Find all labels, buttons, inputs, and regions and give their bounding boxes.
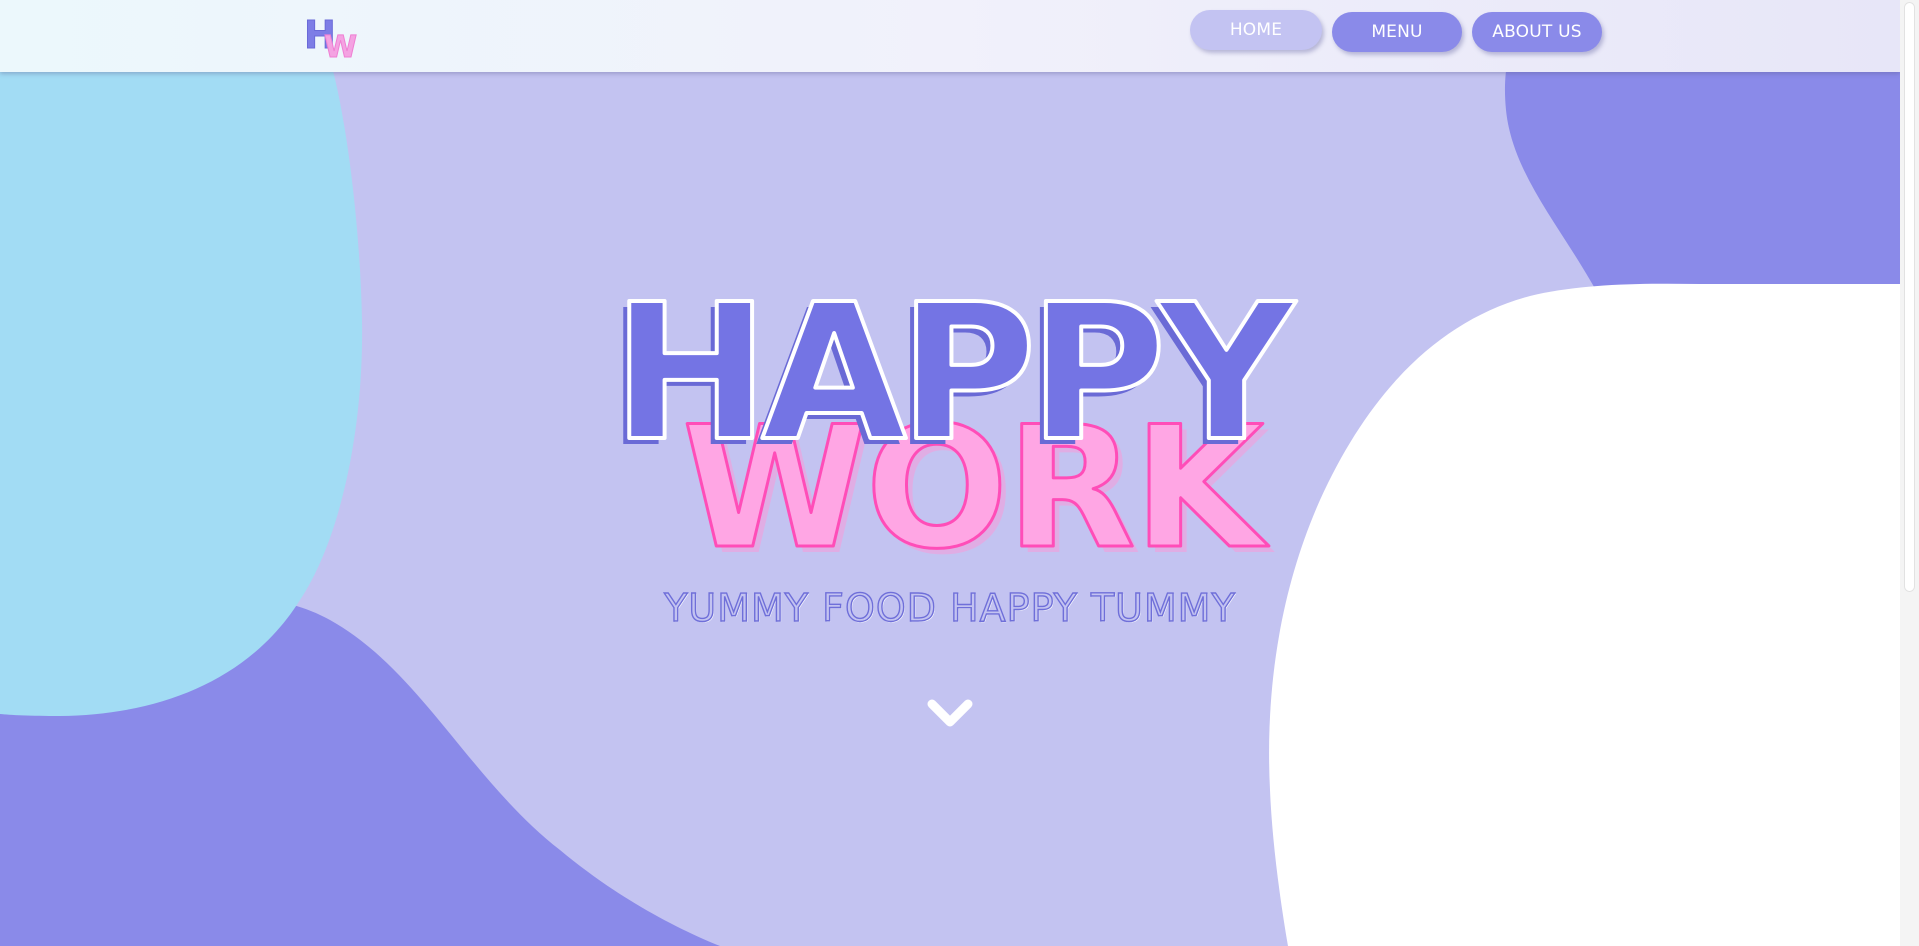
hero-tagline: YUMMY FOOD HAPPY TUMMY <box>664 585 1236 630</box>
logo-letter-w: W <box>324 30 357 60</box>
site-header: H W HOME MENU ABOUT US <box>0 0 1900 72</box>
nav-menu-button[interactable]: MENU <box>1332 12 1462 52</box>
logo[interactable]: H W <box>302 10 364 61</box>
hero-title: WORK WORK HAPPY HAPPY <box>606 270 1306 570</box>
nav-about-button[interactable]: ABOUT US <box>1472 12 1602 52</box>
scrollbar[interactable] <box>1900 0 1919 946</box>
hero-title-top: HAPPY <box>612 270 1296 483</box>
scrollbar-thumb[interactable] <box>1904 2 1915 592</box>
blob-right-white <box>1269 283 1900 946</box>
nav-home-button[interactable]: HOME <box>1190 10 1322 50</box>
main-nav: HOME MENU ABOUT US <box>1190 10 1602 52</box>
page: H W HOME MENU ABOUT US WORK WORK HAPPY H… <box>0 0 1919 946</box>
chevron-down-icon[interactable] <box>926 694 974 734</box>
